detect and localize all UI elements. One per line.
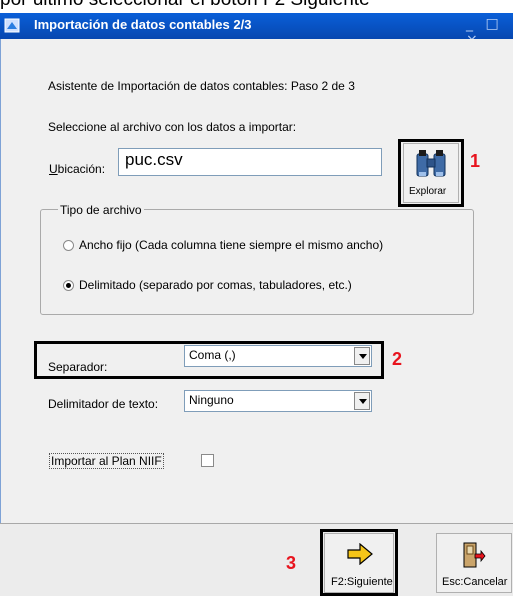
cancel-button[interactable]: Esc:Cancelar (436, 533, 512, 593)
callout-number-2: 2 (392, 349, 403, 369)
radio-delimited-label[interactable]: Delimitado (separado por comas, tabulado… (79, 278, 352, 292)
separator-dropdown-button[interactable] (354, 347, 370, 365)
text-delimiter-select[interactable]: Ninguno (184, 390, 372, 412)
next-button[interactable]: F2:Siguiente (324, 533, 394, 593)
radio-fixed-width[interactable] (63, 240, 74, 251)
binoculars-icon (416, 150, 446, 177)
niif-checkbox[interactable] (201, 454, 214, 467)
radio-selected-dot (66, 283, 71, 288)
location-label: Ubicación: (49, 162, 106, 176)
select-file-text: Seleccione al archivo con los datos a im… (48, 120, 297, 134)
app-window-icon (4, 18, 20, 33)
chevron-down-icon (359, 399, 367, 404)
separator-value: Coma (,) (189, 348, 236, 362)
next-button-label: F2:Siguiente (331, 576, 393, 588)
location-input[interactable]: puc.csv (118, 148, 382, 176)
arrow-right-icon (347, 543, 373, 565)
radio-fixed-width-label[interactable]: Ancho fijo (Cada columna tiene siempre e… (79, 238, 383, 252)
separator-select[interactable]: Coma (,) (184, 345, 372, 367)
separator-label: Separador: (48, 360, 108, 374)
document-caption: por último seleccionar el botón F2 Sigui… (0, 0, 513, 13)
text-delimiter-value: Ninguno (189, 393, 234, 407)
window-title: Importación de datos contables 2/3 (34, 17, 252, 32)
chevron-down-icon (359, 354, 367, 359)
explore-button[interactable]: Explorar (403, 143, 459, 203)
radio-delimited[interactable] (63, 280, 74, 291)
wizard-step-text: Asistente de Importación de datos contab… (48, 79, 355, 93)
callout-number-1: 1 (470, 151, 481, 171)
text-delimiter-label: Delimitador de texto: (48, 397, 159, 411)
file-type-legend: Tipo de archivo (58, 203, 144, 217)
niif-checkbox-label[interactable]: Importar al Plan NIIF (49, 453, 164, 469)
exit-door-icon (463, 542, 486, 568)
text-delimiter-dropdown-button[interactable] (354, 392, 370, 410)
callout-number-3: 3 (286, 553, 297, 573)
file-type-group (40, 209, 474, 315)
cancel-button-label: Esc:Cancelar (442, 576, 508, 588)
explore-button-label: Explorar (409, 186, 447, 197)
